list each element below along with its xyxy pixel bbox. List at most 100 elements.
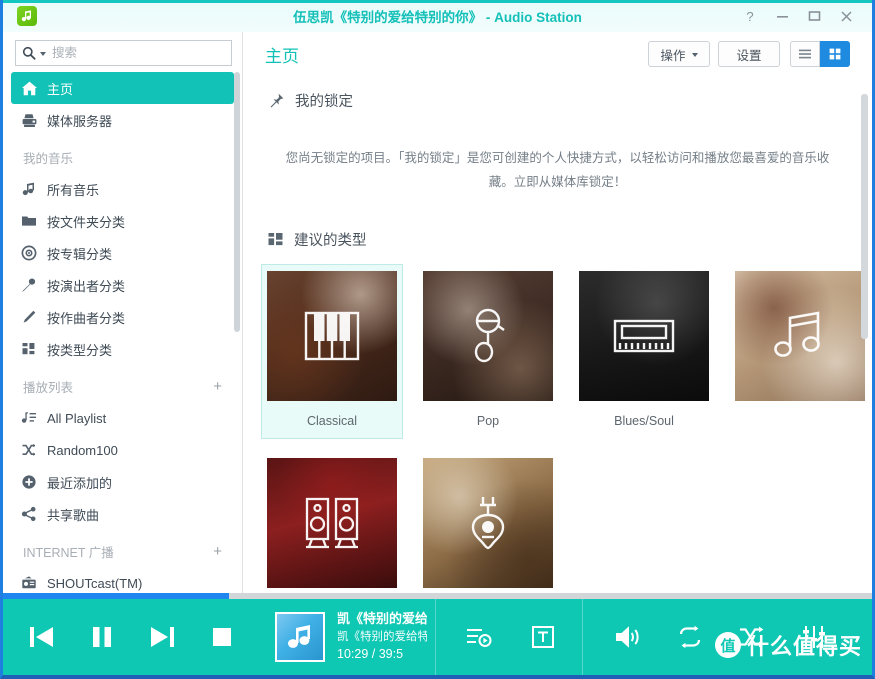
maximize-button[interactable]	[798, 3, 830, 29]
sidebar-item-by-folder[interactable]: 按文件夹分类	[11, 205, 234, 237]
add-playlist-button[interactable]: +	[213, 379, 222, 394]
sidebar-group-my-music: 我的音乐	[11, 136, 234, 173]
pinned-empty-message: 您尚无锁定的项目。「我的锁定」是您可创建的个人快捷方式，以轻松访问和播放您最喜爱…	[285, 151, 830, 189]
microphone-icon	[21, 277, 47, 293]
pause-button[interactable]	[85, 620, 119, 654]
sidebar-item-home[interactable]: 主页	[11, 72, 234, 104]
player-secondary-controls	[436, 620, 560, 654]
plus-circle-icon	[21, 474, 47, 490]
sidebar-item-label: 按作曲者分类	[47, 310, 126, 326]
sidebar-group-internet-radio: INTERNET 广播 +	[11, 530, 234, 567]
sidebar-item-label: 按类型分类	[47, 342, 113, 358]
list-view-button[interactable]	[790, 41, 820, 67]
grid-icon	[267, 231, 284, 248]
genre-thumbnail	[423, 270, 553, 401]
sidebar-item-all-music[interactable]: 所有音乐	[11, 173, 234, 205]
minimize-button[interactable]	[766, 3, 798, 29]
harmonica-icon	[613, 319, 675, 353]
content-toolbar: 操作 设置	[640, 41, 850, 67]
stop-button[interactable]	[205, 620, 239, 654]
sidebar-item-label: 最近添加的	[47, 475, 113, 491]
pinned-section-title: 我的锁定	[295, 94, 353, 110]
genre-card-folk-acoustic[interactable]	[417, 451, 559, 600]
search-scope-chevron-down-icon[interactable]	[40, 52, 46, 56]
sidebar-group-title: INTERNET 广播	[23, 546, 114, 560]
search-box[interactable]	[15, 40, 232, 66]
shuffle-icon	[21, 442, 47, 458]
view-toggle-group	[790, 41, 850, 67]
genre-card-soundtrack[interactable]	[261, 451, 403, 600]
genre-card-grid: Classical Pop Blues/Soul	[243, 250, 872, 600]
disc-icon	[21, 245, 47, 261]
sidebar-item-media-server[interactable]: 媒体服务器	[11, 104, 234, 136]
playlist-icon	[21, 410, 47, 426]
genre-card-label: Classical	[306, 413, 357, 428]
sidebar-item-all-playlist[interactable]: All Playlist	[11, 402, 234, 434]
grid-view-button[interactable]	[820, 41, 850, 67]
sidebar-item-label: 按文件夹分类	[47, 214, 126, 230]
search-icon	[22, 46, 36, 60]
search-input[interactable]	[52, 46, 225, 60]
genre-card-classical[interactable]: Classical	[261, 263, 403, 439]
genre-thumbnail	[579, 270, 709, 401]
track-title: 凯《特别的爱给特别的你》	[337, 610, 427, 626]
window-controls: ?	[734, 3, 862, 29]
settings-button[interactable]: 设置	[718, 41, 780, 67]
genre-card-blues-soul[interactable]: Blues/Soul	[573, 264, 715, 439]
music-note-icon	[21, 181, 47, 197]
player-bar: 凯《特别的爱给特别的你》 凯《特别的爱给特别的你》 10:29 / 39:5	[3, 599, 872, 675]
add-radio-button[interactable]: +	[213, 544, 222, 559]
track-subtitle: 凯《特别的爱给特别的你》	[337, 630, 427, 643]
sidebar-item-random100[interactable]: Random100	[11, 434, 234, 466]
chevron-down-icon	[691, 53, 698, 57]
speakers-icon	[304, 495, 360, 551]
sidebar-scrollbar[interactable]	[234, 72, 240, 332]
content-scroll-region: 我的锁定 您尚无锁定的项目。「我的锁定」是您可创建的个人快捷方式，以轻松访问和播…	[243, 76, 872, 599]
volume-button[interactable]	[611, 620, 645, 654]
genres-section-title: 建议的类型	[294, 232, 367, 249]
transport-controls	[3, 620, 239, 654]
genres-section-header: 建议的类型	[243, 195, 872, 250]
sidebar-item-label: All Playlist	[47, 410, 107, 426]
repeat-button[interactable]	[673, 620, 707, 654]
sidebar-item-by-album[interactable]: 按专辑分类	[11, 237, 234, 269]
watermark: 值 什么值得买	[714, 629, 862, 661]
genre-thumbnail	[423, 457, 553, 588]
genre-thumbnail	[267, 457, 397, 588]
home-icon	[21, 80, 47, 97]
track-info: 凯《特别的爱给特别的你》 凯《特别的爱给特别的你》 10:29 / 39:5	[337, 610, 427, 664]
now-playing: 凯《特别的爱给特别的你》 凯《特别的爱给特别的你》 10:29 / 39:5	[275, 610, 427, 664]
double-note-icon	[774, 310, 826, 362]
next-button[interactable]	[145, 620, 179, 654]
sidebar: 主页 媒体服务器 我的音乐	[3, 32, 243, 599]
sidebar-item-label: 主页	[47, 81, 74, 97]
genre-card-easy-listening[interactable]	[729, 264, 871, 439]
sidebar-item-by-artist[interactable]: 按演出者分类	[11, 269, 234, 301]
sidebar-item-label: SHOUTcast(TM)	[47, 575, 143, 591]
album-art	[275, 611, 325, 662]
sidebar-item-shared-songs[interactable]: 共享歌曲	[11, 498, 234, 530]
genre-thumbnail	[267, 270, 397, 401]
sidebar-item-label: 共享歌曲	[47, 507, 100, 523]
search-container	[3, 32, 242, 72]
sidebar-item-label: 媒体服务器	[47, 113, 113, 129]
sidebar-item-by-genre[interactable]: 按类型分类	[11, 333, 234, 365]
audio-station-window: 伍思凯《特别的爱给特别的你》 - Audio Station ? 搜索 主页 媒…	[0, 0, 875, 679]
piano-icon	[304, 311, 360, 361]
close-button[interactable]	[830, 3, 862, 29]
pin-icon	[267, 92, 285, 110]
content-scrollbar[interactable]	[861, 94, 868, 339]
media-server-icon	[21, 112, 47, 129]
queue-button[interactable]	[462, 620, 496, 654]
action-button[interactable]: 操作	[648, 41, 710, 67]
window-body: 主页 媒体服务器 我的音乐	[3, 32, 872, 599]
help-button[interactable]: ?	[734, 3, 766, 29]
sidebar-group-title: 播放列表	[23, 381, 74, 395]
lyrics-button[interactable]	[526, 620, 560, 654]
genre-card-pop[interactable]: Pop	[417, 264, 559, 439]
sidebar-item-recently-added[interactable]: 最近添加的	[11, 466, 234, 498]
sidebar-item-by-composer[interactable]: 按作曲者分类	[11, 301, 234, 333]
share-icon	[21, 506, 47, 522]
microphone-icon	[466, 308, 510, 364]
previous-button[interactable]	[25, 620, 59, 654]
